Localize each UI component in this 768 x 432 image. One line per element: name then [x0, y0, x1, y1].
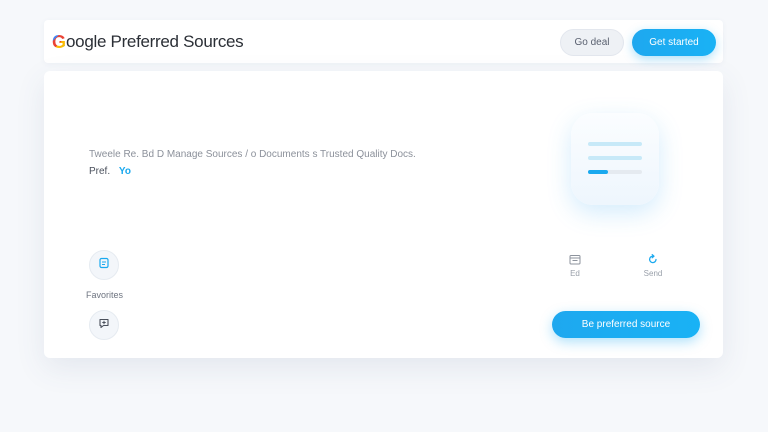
- add-chat-icon: [98, 316, 110, 334]
- stat-ed-label: Ed: [570, 269, 580, 278]
- widget-line-1: [588, 142, 642, 146]
- description-text: Tweele Re. Bd D Manage Sources / o Docum…: [89, 149, 416, 160]
- stat-ed[interactable]: Ed: [560, 253, 590, 278]
- favorites-label: Favorites: [86, 290, 124, 300]
- google-g-icon: G: [52, 32, 67, 52]
- reload-icon: [647, 253, 659, 267]
- add-chat-icon-button[interactable]: [89, 310, 119, 340]
- brand-logo[interactable]: G oogle Preferred Sources: [52, 31, 244, 53]
- get-started-button[interactable]: Get started: [632, 29, 716, 56]
- secondary-header-button[interactable]: Go deal: [560, 29, 624, 56]
- top-header: G oogle Preferred Sources Go deal Get st…: [44, 20, 723, 63]
- preference-line: Pref. Yo: [89, 166, 131, 177]
- widget-progress-fill: [588, 170, 608, 174]
- brand-title: oogle Preferred Sources: [66, 32, 244, 51]
- widget-progress-track: [588, 170, 642, 174]
- preference-value: Yo: [118, 166, 131, 177]
- preference-label: Pref.: [89, 166, 111, 177]
- stat-send[interactable]: Send: [638, 253, 668, 278]
- calendar-icon: [569, 254, 581, 267]
- main-card: Tweele Re. Bd D Manage Sources / o Docum…: [44, 71, 723, 358]
- be-preferred-source-button[interactable]: Be preferred source: [552, 311, 700, 338]
- document-icon-button[interactable]: [89, 250, 119, 280]
- sources-widget: [571, 113, 659, 205]
- widget-line-2: [588, 156, 642, 160]
- document-icon: [98, 256, 110, 274]
- stat-send-label: Send: [643, 269, 663, 278]
